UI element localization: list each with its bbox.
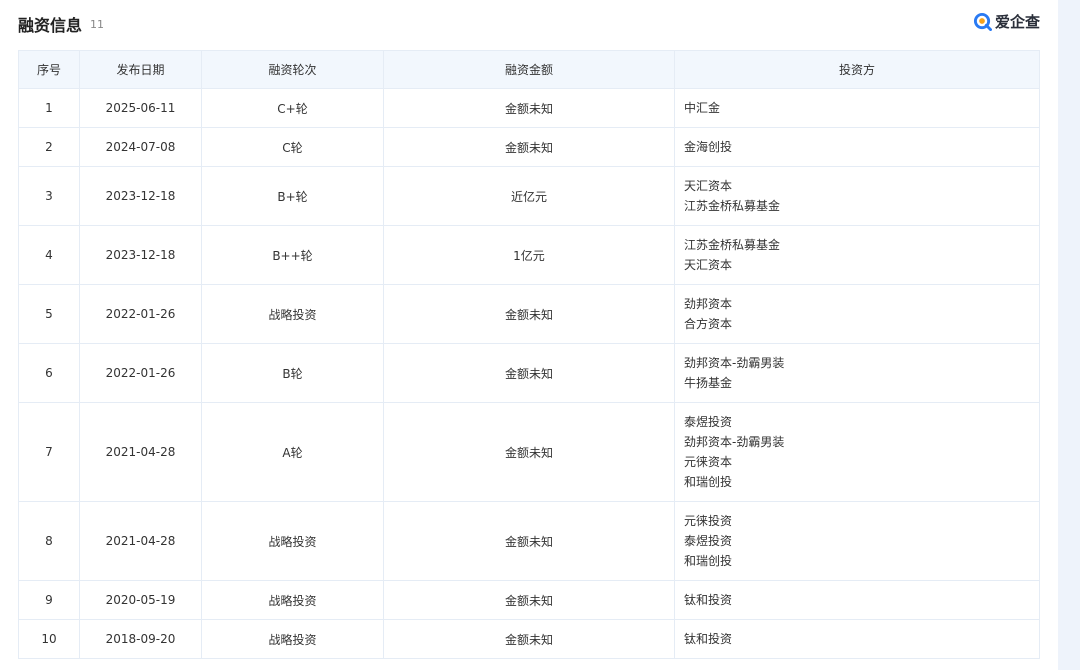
financing-page: 融资信息 11 爱企查 序号 发布日期 融资轮次 融资金额 投资方 1 2025…: [0, 0, 1080, 670]
aiqicha-logo-icon: [973, 12, 992, 31]
table-row: 10 2018-09-20 战略投资 金额未知 钛和投资: [18, 619, 1040, 659]
table-row: 3 2023-12-18 B+轮 近亿元 天汇资本 江苏金桥私募基金: [18, 166, 1040, 226]
row-date: 2022-01-26: [79, 284, 202, 344]
row-round: 战略投资: [201, 580, 384, 620]
row-no: 3: [18, 166, 80, 226]
row-date: 2023-12-18: [79, 225, 202, 285]
investor-link[interactable]: 和瑞创投: [684, 472, 1039, 492]
investor-link[interactable]: 劲邦资本-劲霸男装: [684, 353, 1039, 373]
row-date: 2018-09-20: [79, 619, 202, 659]
row-investors: 中汇金: [674, 88, 1040, 128]
row-round: B+轮: [201, 166, 384, 226]
row-investors: 天汇资本 江苏金桥私募基金: [674, 166, 1040, 226]
investor-link[interactable]: 泰煜投资: [684, 412, 1039, 432]
row-round: 战略投资: [201, 284, 384, 344]
table-row: 5 2022-01-26 战略投资 金额未知 劲邦资本 合方资本: [18, 284, 1040, 344]
row-no: 7: [18, 402, 80, 502]
investor-link[interactable]: 和瑞创投: [684, 551, 1039, 571]
row-amount: 金额未知: [383, 127, 675, 167]
investor-link[interactable]: 元徕资本: [684, 452, 1039, 472]
row-round: 战略投资: [201, 501, 384, 581]
row-no: 9: [18, 580, 80, 620]
table-row: 1 2025-06-11 C+轮 金额未知 中汇金: [18, 88, 1040, 128]
investor-link[interactable]: 牛扬基金: [684, 373, 1039, 393]
investor-link[interactable]: 天汇资本: [684, 176, 1039, 196]
investor-link[interactable]: 金海创投: [684, 137, 1039, 157]
row-amount: 金额未知: [383, 619, 675, 659]
row-amount: 金额未知: [383, 343, 675, 403]
table-row: 8 2021-04-28 战略投资 金额未知 元徕投资 泰煜投资 和瑞创投: [18, 501, 1040, 581]
row-no: 10: [18, 619, 80, 659]
row-no: 2: [18, 127, 80, 167]
row-investors: 钛和投资: [674, 619, 1040, 659]
investor-link[interactable]: 元徕投资: [684, 511, 1039, 531]
row-round: C轮: [201, 127, 384, 167]
column-header-amount: 融资金额: [383, 50, 675, 89]
row-no: 1: [18, 88, 80, 128]
row-date: 2023-12-18: [79, 166, 202, 226]
table-row: 6 2022-01-26 B轮 金额未知 劲邦资本-劲霸男装 牛扬基金: [18, 343, 1040, 403]
investor-link[interactable]: 合方资本: [684, 314, 1039, 334]
row-date: 2025-06-11: [79, 88, 202, 128]
table-row: 7 2021-04-28 A轮 金额未知 泰煜投资 劲邦资本-劲霸男装 元徕资本…: [18, 402, 1040, 502]
investor-link[interactable]: 劲邦资本-劲霸男装: [684, 432, 1039, 452]
investor-link[interactable]: 钛和投资: [684, 590, 1039, 610]
row-round: C+轮: [201, 88, 384, 128]
table-row: 4 2023-12-18 B++轮 1亿元 江苏金桥私募基金 天汇资本: [18, 225, 1040, 285]
row-round: A轮: [201, 402, 384, 502]
table-row: 2 2024-07-08 C轮 金额未知 金海创投: [18, 127, 1040, 167]
row-investors: 钛和投资: [674, 580, 1040, 620]
row-investors: 金海创投: [674, 127, 1040, 167]
financing-table: 序号 发布日期 融资轮次 融资金额 投资方 1 2025-06-11 C+轮 金…: [18, 50, 1040, 659]
row-date: 2021-04-28: [79, 402, 202, 502]
row-amount: 金额未知: [383, 580, 675, 620]
row-investors: 劲邦资本-劲霸男装 牛扬基金: [674, 343, 1040, 403]
investor-link[interactable]: 泰煜投资: [684, 531, 1039, 551]
record-count: 11: [90, 18, 104, 31]
column-header-date: 发布日期: [79, 50, 202, 89]
right-side-strip: [1058, 0, 1080, 670]
table-row: 9 2020-05-19 战略投资 金额未知 钛和投资: [18, 580, 1040, 620]
investor-link[interactable]: 江苏金桥私募基金: [684, 196, 1039, 216]
investor-link[interactable]: 钛和投资: [684, 629, 1039, 649]
investor-link[interactable]: 江苏金桥私募基金: [684, 235, 1039, 255]
row-date: 2024-07-08: [79, 127, 202, 167]
row-investors: 劲邦资本 合方资本: [674, 284, 1040, 344]
section-title: 融资信息: [18, 16, 83, 35]
row-no: 8: [18, 501, 80, 581]
column-header-investors: 投资方: [674, 50, 1040, 89]
row-investors: 江苏金桥私募基金 天汇资本: [674, 225, 1040, 285]
investor-link[interactable]: 中汇金: [684, 98, 1039, 118]
column-header-round: 融资轮次: [201, 50, 384, 89]
brand-watermark: 爱企查: [973, 11, 1040, 32]
row-amount: 近亿元: [383, 166, 675, 226]
row-amount: 金额未知: [383, 501, 675, 581]
row-amount: 金额未知: [383, 284, 675, 344]
table-header-row: 序号 发布日期 融资轮次 融资金额 投资方: [18, 50, 1040, 89]
row-date: 2022-01-26: [79, 343, 202, 403]
row-round: 战略投资: [201, 619, 384, 659]
investor-link[interactable]: 劲邦资本: [684, 294, 1039, 314]
row-round: B轮: [201, 343, 384, 403]
row-amount: 1亿元: [383, 225, 675, 285]
investor-link[interactable]: 天汇资本: [684, 255, 1039, 275]
row-date: 2020-05-19: [79, 580, 202, 620]
row-date: 2021-04-28: [79, 501, 202, 581]
brand-name: 爱企查: [994, 13, 1040, 31]
row-amount: 金额未知: [383, 88, 675, 128]
row-investors: 泰煜投资 劲邦资本-劲霸男装 元徕资本 和瑞创投: [674, 402, 1040, 502]
row-no: 6: [18, 343, 80, 403]
row-no: 4: [18, 225, 80, 285]
row-round: B++轮: [201, 225, 384, 285]
row-amount: 金额未知: [383, 402, 675, 502]
section-header: 融资信息 11 爱企查: [18, 10, 1040, 38]
row-no: 5: [18, 284, 80, 344]
row-investors: 元徕投资 泰煜投资 和瑞创投: [674, 501, 1040, 581]
column-header-no: 序号: [18, 50, 80, 89]
